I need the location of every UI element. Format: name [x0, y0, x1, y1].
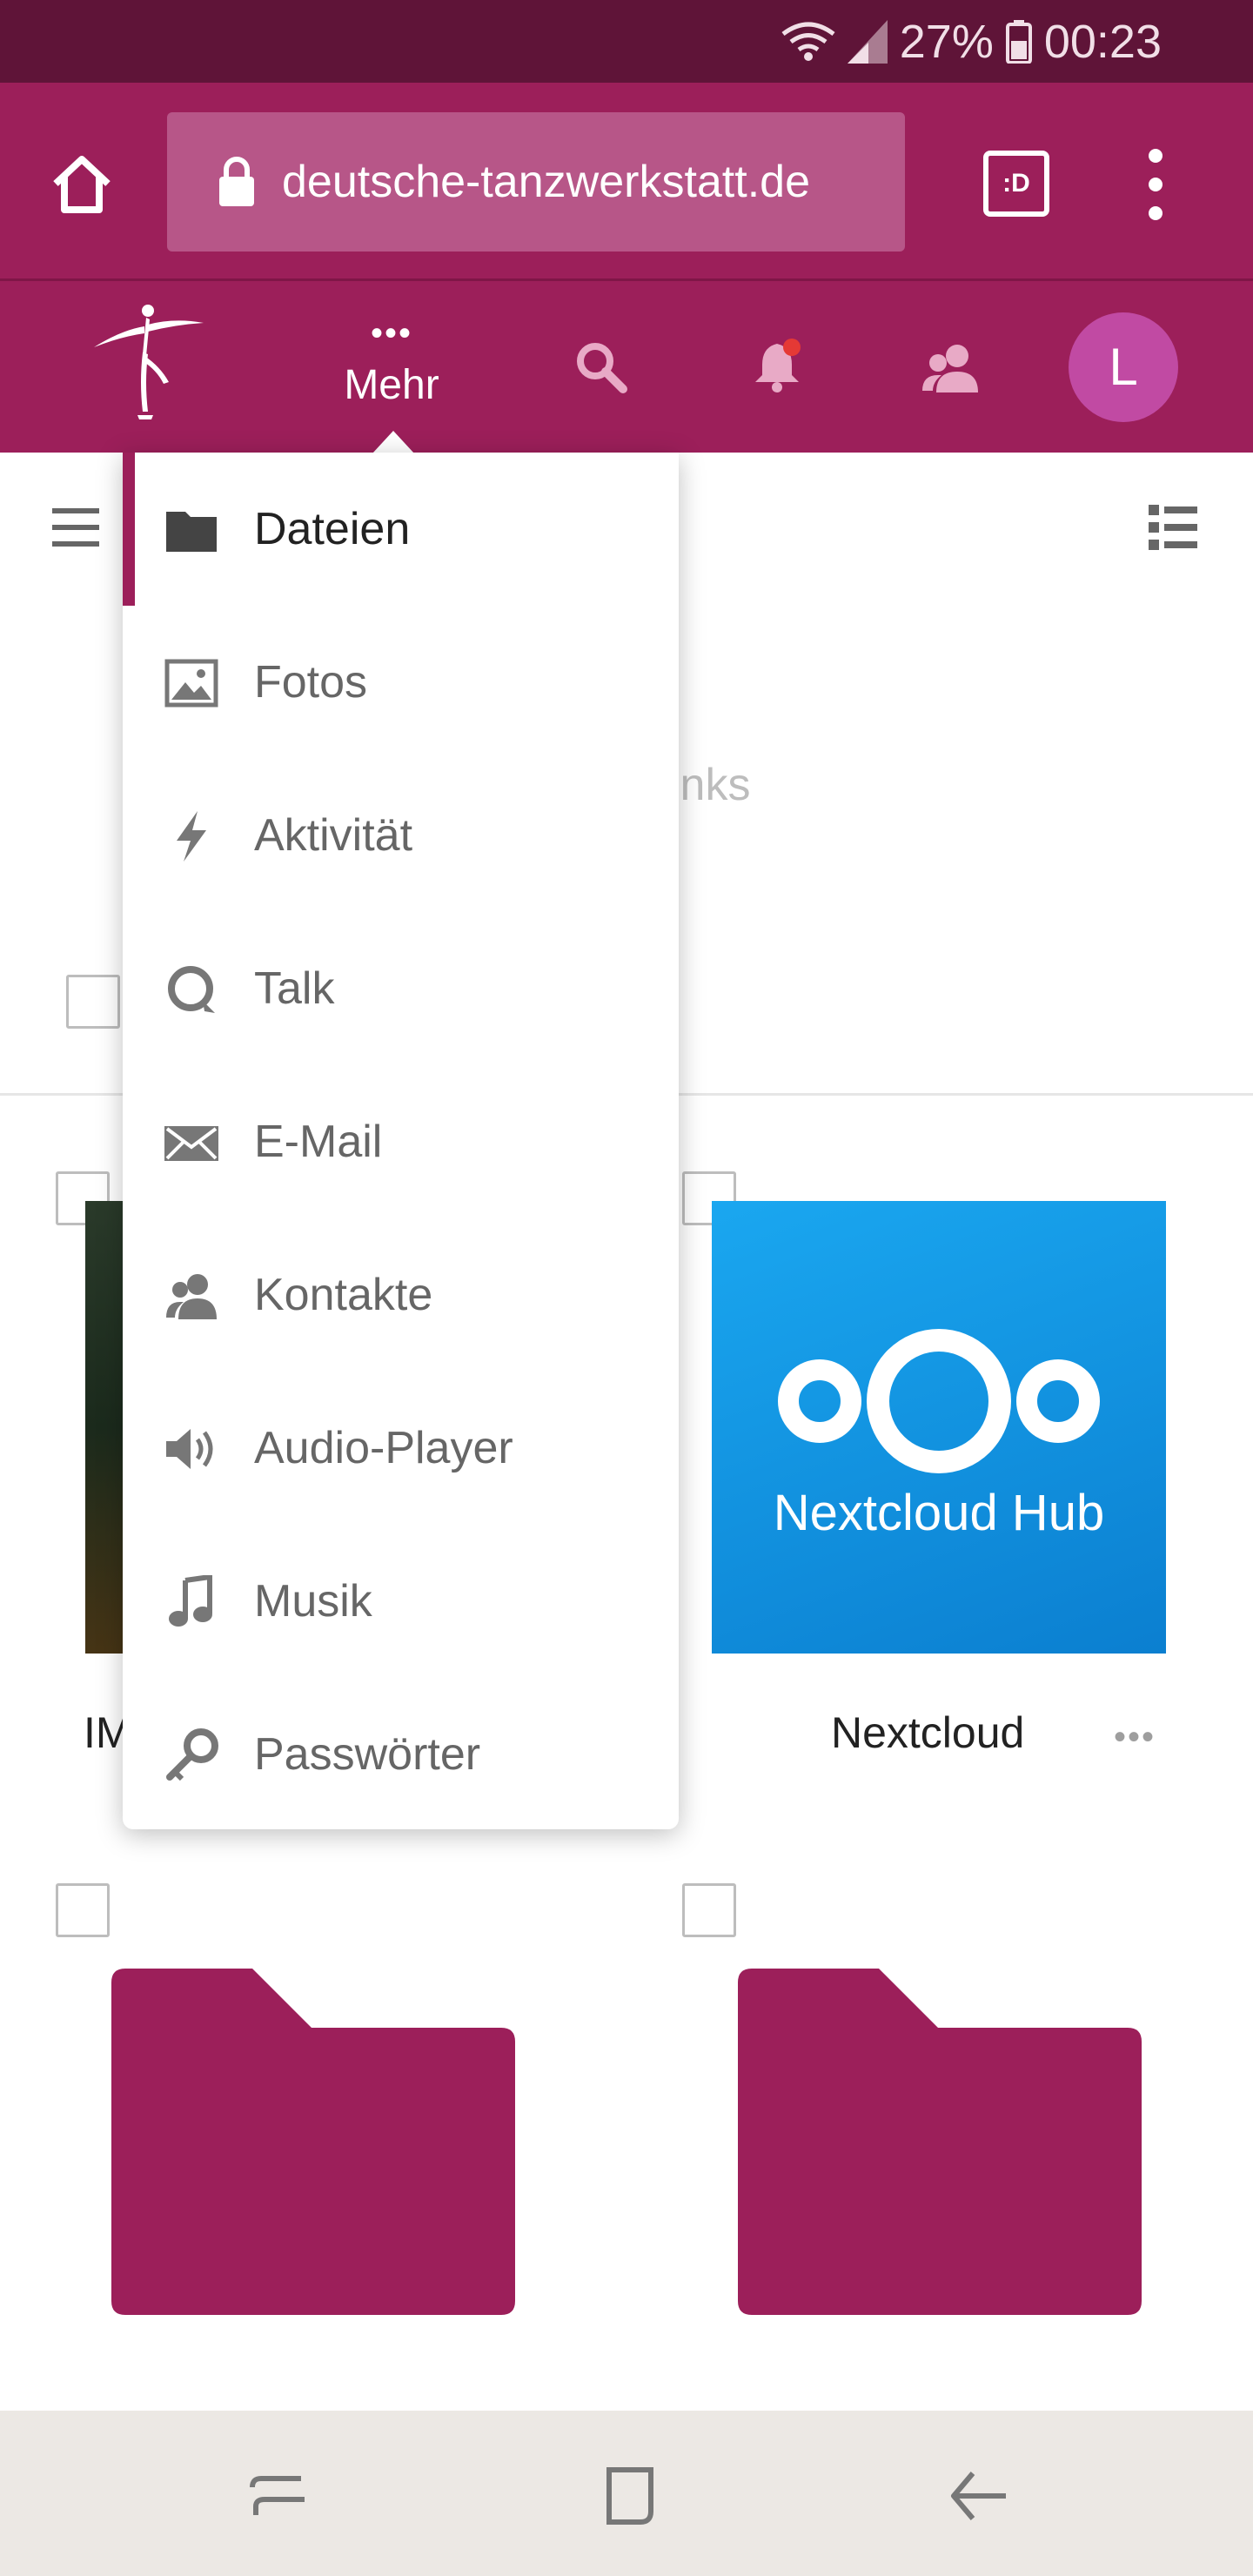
menu-item-label: Dateien — [254, 504, 411, 554]
back-icon[interactable] — [943, 2461, 1013, 2531]
status-bar: 27% 00:23 — [0, 0, 1253, 83]
url-text[interactable]: deutsche-tanzwerkstatt.de — [282, 112, 881, 252]
contacts-icon[interactable] — [921, 339, 982, 399]
avatar[interactable]: L — [1069, 312, 1178, 422]
file-actions-button[interactable]: ••• — [1114, 1718, 1156, 1757]
background-text: inks — [670, 760, 751, 810]
signal-icon — [847, 19, 888, 64]
select-all-checkbox[interactable] — [66, 975, 120, 1029]
menu-item-label: Passwörter — [254, 1729, 481, 1780]
menu-item-musik[interactable]: Musik — [123, 1525, 679, 1678]
menu-item-email[interactable]: E-Mail — [123, 1065, 679, 1218]
folder-icon[interactable] — [738, 1969, 1142, 2315]
lightning-icon — [177, 811, 206, 862]
notifications-icon[interactable] — [747, 335, 807, 396]
contacts-icon — [166, 1274, 217, 1319]
talk-icon — [168, 966, 215, 1013]
url-bar[interactable]: deutsche-tanzwerkstatt.de — [167, 112, 905, 252]
home-button-icon[interactable] — [593, 2461, 663, 2531]
menu-item-aktivitaet[interactable]: Aktivität — [123, 759, 679, 912]
menu-item-talk[interactable]: Talk — [123, 912, 679, 1065]
nextcloud-hub-thumbnail[interactable]: Nextcloud Hub — [712, 1201, 1166, 1654]
apps-dropdown-menu: Dateien Fotos Aktivität Talk E-Mail Kont… — [123, 453, 679, 1829]
menu-item-dateien[interactable]: Dateien — [123, 453, 679, 606]
folder-icon — [166, 512, 217, 552]
browser-toolbar: deutsche-tanzwerkstatt.de :D — [0, 83, 1253, 281]
menu-item-label: Talk — [254, 963, 335, 1014]
menu-item-label: Kontakte — [254, 1270, 433, 1320]
image-icon — [164, 659, 218, 708]
battery-icon — [1005, 19, 1032, 64]
hamburger-icon[interactable] — [52, 506, 99, 548]
app-header: ••• Mehr L — [0, 281, 1253, 453]
menu-item-label: Aktivität — [254, 810, 413, 861]
list-view-icon[interactable] — [1149, 503, 1197, 552]
home-icon[interactable] — [47, 149, 117, 218]
mail-icon — [164, 1126, 218, 1161]
menu-item-fotos[interactable]: Fotos — [123, 606, 679, 759]
overflow-menu-icon[interactable] — [1140, 145, 1171, 224]
search-icon[interactable] — [571, 337, 632, 398]
lock-icon — [219, 157, 254, 206]
menu-item-label: Fotos — [254, 657, 368, 708]
dropdown-caret — [372, 431, 414, 453]
menu-item-label: E-Mail — [254, 1117, 383, 1167]
file-checkbox[interactable] — [56, 1883, 110, 1937]
clock: 00:23 — [1043, 15, 1162, 68]
more-dots: ••• — [370, 314, 412, 352]
more-apps-button[interactable]: ••• Mehr — [331, 316, 452, 420]
recent-apps-icon[interactable] — [244, 2461, 313, 2531]
menu-item-kontakte[interactable]: Kontakte — [123, 1218, 679, 1372]
file-name[interactable]: Nextcloud — [831, 1707, 1024, 1758]
key-icon — [166, 1728, 218, 1781]
wifi-icon — [781, 22, 835, 61]
music-icon — [169, 1575, 212, 1627]
menu-item-label: Audio-Player — [254, 1423, 513, 1473]
nextcloud-logo-icon — [778, 1329, 1100, 1473]
file-checkbox[interactable] — [682, 1883, 736, 1937]
battery-percent: 27% — [899, 15, 994, 68]
menu-item-passwoerter[interactable]: Passwörter — [123, 1678, 679, 1831]
thumbnail-caption: Nextcloud Hub — [773, 1485, 1105, 1541]
dancer-logo[interactable] — [87, 304, 209, 426]
more-label: Mehr — [344, 362, 439, 408]
menu-item-audio-player[interactable]: Audio-Player — [123, 1372, 679, 1525]
menu-item-label: Musik — [254, 1576, 372, 1627]
system-nav-bar — [0, 2411, 1253, 2576]
folder-icon[interactable] — [111, 1969, 515, 2315]
speaker-icon — [166, 1429, 213, 1469]
tab-switcher-button[interactable]: :D — [983, 151, 1049, 217]
